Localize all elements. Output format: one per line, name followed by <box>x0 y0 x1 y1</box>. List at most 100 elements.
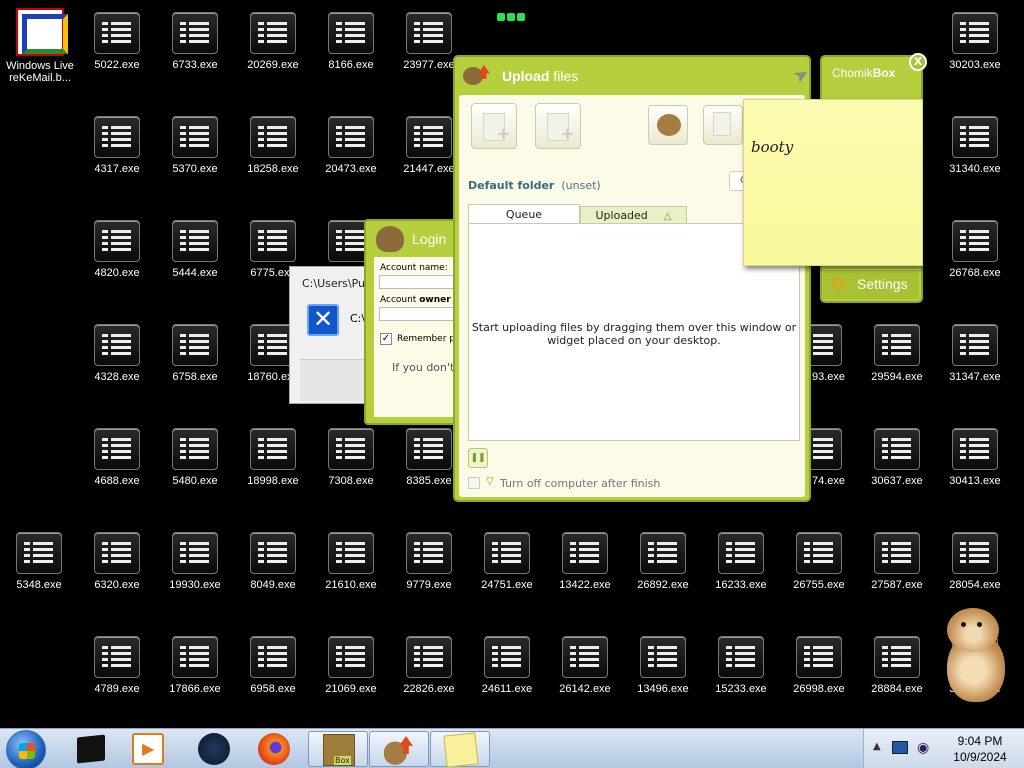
remember-checkbox[interactable]: ✓ <box>380 333 392 345</box>
executable-icon <box>952 116 998 158</box>
desktop-icon-exe[interactable]: 4317.exe <box>81 108 153 188</box>
desktop-icon-exe[interactable]: 20473.exe <box>315 108 387 188</box>
desktop-icon-label: 6758.exe <box>172 371 218 383</box>
settings-button[interactable]: ⚙ Settings <box>823 269 919 299</box>
desktop-icon-exe[interactable]: 6958.exe <box>237 628 309 708</box>
taskbar-app-media-player[interactable] <box>118 731 178 767</box>
desktop-icon-exe[interactable]: 30413.exe <box>939 420 1011 500</box>
widget-close-button[interactable]: X <box>909 53 927 71</box>
desktop-icon-exe[interactable]: 22826.exe <box>393 628 465 708</box>
chomik-account-button[interactable] <box>648 105 688 145</box>
desktop-icon-label: 5348.exe <box>16 579 62 591</box>
desktop-icon-exe[interactable]: 8166.exe <box>315 4 387 84</box>
desktop-icon-exe[interactable]: 6758.exe <box>159 316 231 396</box>
desktop-icon-label: 4317.exe <box>94 163 140 175</box>
clipboard-button[interactable] <box>703 105 743 145</box>
desktop-icon-exe[interactable]: 6320.exe <box>81 524 153 604</box>
desktop-icon-exe[interactable]: 21069.exe <box>315 628 387 708</box>
desktop-icon-exe[interactable]: 31340.exe <box>939 108 1011 188</box>
executable-icon <box>172 532 218 574</box>
desktop-icon-exe[interactable]: 6733.exe <box>159 4 231 84</box>
taskbar-app-dark[interactable] <box>184 731 244 767</box>
remember-label: Remember p <box>397 334 455 344</box>
empty-queue-message: Start uploading files by dragging them o… <box>471 321 797 347</box>
desktop-icon-exe[interactable]: 7308.exe <box>315 420 387 500</box>
desktop-icon-exe[interactable]: 4820.exe <box>81 212 153 292</box>
clock-date[interactable]: 10/9/2024 <box>944 750 1016 764</box>
tab-queue[interactable]: Queue <box>468 204 580 224</box>
start-button[interactable] <box>6 730 46 768</box>
tab-uploaded[interactable]: Uploaded △ <box>580 206 687 224</box>
desktop-icon-exe[interactable]: 5480.exe <box>159 420 231 500</box>
desktop-icon-label: 13496.exe <box>637 683 689 695</box>
desktop-icon-exe[interactable]: 26892.exe <box>627 524 699 604</box>
clock-time[interactable]: 9:04 PM <box>950 734 1010 748</box>
triangle-up-icon: △ <box>663 211 672 222</box>
desktop-icon-exe[interactable]: 5370.exe <box>159 108 231 188</box>
desktop-icon-exe[interactable]: 26755.exe <box>783 524 855 604</box>
desktop-icon-exe[interactable]: 18258.exe <box>237 108 309 188</box>
sticky-note-text[interactable]: booty <box>751 138 793 156</box>
desktop-icon-exe[interactable]: 28054.exe <box>939 524 1011 604</box>
desktop-icon-exe[interactable]: 4688.exe <box>81 420 153 500</box>
desktop-icon-exe[interactable]: 20269.exe <box>237 4 309 84</box>
sticky-note[interactable]: booty <box>743 99 923 266</box>
desktop-icon-exe[interactable]: 19930.exe <box>159 524 231 604</box>
taskbar-app-cmd[interactable] <box>60 731 120 767</box>
desktop-icon-exe[interactable]: 30203.exe <box>939 4 1011 84</box>
taskbar-app-firefox[interactable] <box>244 731 304 767</box>
desktop-icon-exe[interactable]: 5022.exe <box>81 4 153 84</box>
shutdown-checkbox[interactable] <box>468 477 480 489</box>
desktop-icon-exe[interactable]: 13496.exe <box>627 628 699 708</box>
desktop-icon-exe[interactable]: 16233.exe <box>705 524 777 604</box>
hamster-mascot[interactable] <box>941 604 1011 709</box>
executable-icon <box>874 532 920 574</box>
desktop-icon-exe[interactable]: 15233.exe <box>705 628 777 708</box>
desktop-icon-exe[interactable]: 26768.exe <box>939 212 1011 292</box>
desktop-icon-exe[interactable]: 26142.exe <box>549 628 621 708</box>
desktop-icon-exe[interactable]: 30637.exe <box>861 420 933 500</box>
taskbar-app-chomikbox[interactable] <box>308 731 368 767</box>
desktop-icon-exe[interactable]: 5348.exe <box>3 524 75 604</box>
desktop-icon-label: 26998.exe <box>793 683 845 695</box>
desktop-icon-exe[interactable]: 4328.exe <box>81 316 153 396</box>
desktop-icon-exe[interactable]: 5444.exe <box>159 212 231 292</box>
executable-icon <box>250 428 296 470</box>
executable-icon <box>406 532 452 574</box>
desktop-icon-exe[interactable]: 24751.exe <box>471 524 543 604</box>
desktop-icon-exe[interactable]: 21610.exe <box>315 524 387 604</box>
desktop-icon-exe[interactable]: 29594.exe <box>861 316 933 396</box>
volume-icon[interactable]: ◉ <box>917 740 929 756</box>
desktop-icon-exe[interactable]: 17866.exe <box>159 628 231 708</box>
login-window[interactable]: Login Account name: Account owner ✓ Reme… <box>364 219 469 425</box>
media-player-icon <box>132 733 164 765</box>
desktop-icon-exe[interactable]: 13422.exe <box>549 524 621 604</box>
desktop-icon-label: 28884.exe <box>871 683 923 695</box>
desktop-icon-exe[interactable]: 26998.exe <box>783 628 855 708</box>
desktop-icon-exe[interactable]: 8049.exe <box>237 524 309 604</box>
pause-button[interactable]: ❚❚ <box>468 448 488 468</box>
desktop-icon-label: Windows Live reKeMail.b... <box>6 60 74 84</box>
chevron-up-icon[interactable]: ▲ <box>873 741 881 752</box>
desktop-icon-label: 29594.exe <box>871 371 923 383</box>
network-icon[interactable] <box>892 741 908 754</box>
desktop-icon-exe[interactable]: 24611.exe <box>471 628 543 708</box>
desktop-icon-exe[interactable]: 4789.exe <box>81 628 153 708</box>
pin-icon[interactable]: ➤ <box>790 63 814 89</box>
desktop-icon-exe[interactable]: 18998.exe <box>237 420 309 500</box>
desktop-icon-label: 6733.exe <box>172 59 218 71</box>
desktop-icon-label: 26768.exe <box>949 267 1001 279</box>
desktop-icon-windows-live[interactable]: Windows Live reKeMail.b... <box>0 4 80 86</box>
executable-icon <box>250 12 296 54</box>
add-file-button[interactable]: + <box>471 103 517 149</box>
desktop-icon-exe[interactable]: 31347.exe <box>939 316 1011 396</box>
desktop-icon-exe[interactable]: 27587.exe <box>861 524 933 604</box>
desktop-icon-exe[interactable]: 9779.exe <box>393 524 465 604</box>
add-folder-button[interactable]: + <box>535 103 581 149</box>
default-folder-link[interactable]: Default folder (unset) <box>468 179 601 192</box>
taskbar-app-upload[interactable] <box>369 731 429 767</box>
taskbar-app-sticky-notes[interactable] <box>430 731 490 768</box>
upload-titlebar[interactable]: Upload files ➤ <box>455 57 813 95</box>
desktop-icon-label: 28054.exe <box>949 579 1001 591</box>
desktop-icon-exe[interactable]: 28884.exe <box>861 628 933 708</box>
